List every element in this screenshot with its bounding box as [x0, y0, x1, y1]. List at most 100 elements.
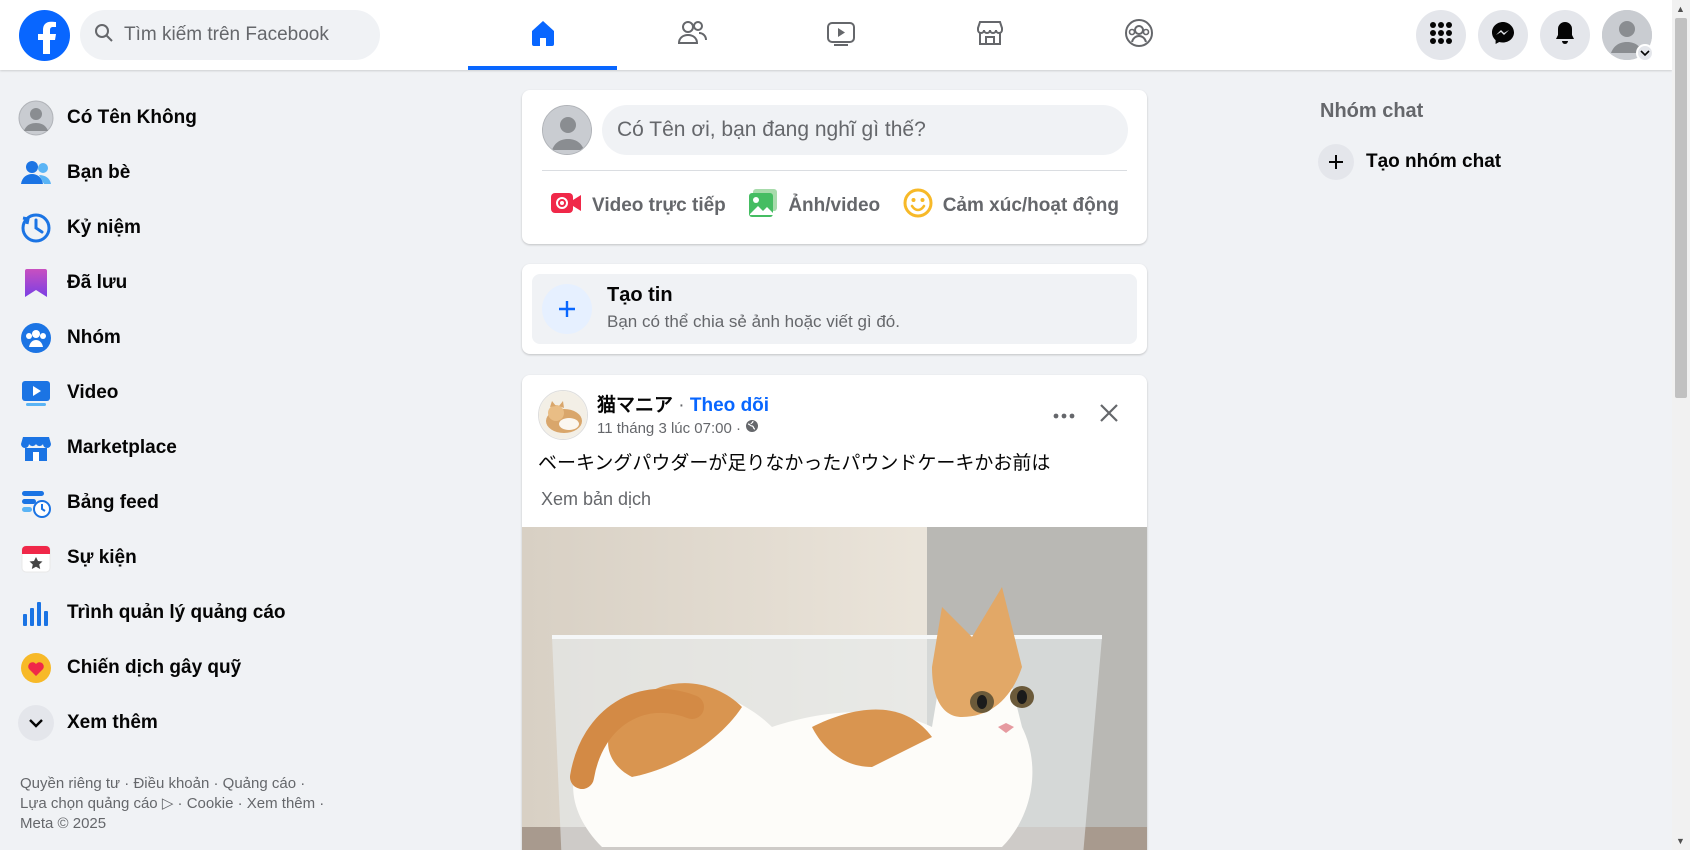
- account-button[interactable]: [1602, 10, 1654, 62]
- see-more-circle: [18, 704, 54, 741]
- whats-on-your-mind-input[interactable]: Có Tên ơi, bạn đang nghĩ gì thế?: [602, 105, 1128, 155]
- live-video-icon: [550, 191, 582, 221]
- scroll-up-icon[interactable]: ▲: [1676, 4, 1685, 14]
- avatar[interactable]: [542, 105, 592, 155]
- photo-icon: [748, 188, 778, 224]
- smiley-icon: [903, 188, 933, 224]
- composer-actions: Video trực tiếp Ảnh/video Cảm xúc/hoạt đ…: [542, 178, 1127, 234]
- post-timestamp: 11 tháng 3 lúc 07:00 ·: [597, 419, 759, 437]
- more-options-button[interactable]: [1046, 397, 1082, 433]
- hide-post-button[interactable]: [1091, 397, 1127, 433]
- facebook-logo-icon[interactable]: [19, 10, 70, 61]
- avatar[interactable]: [538, 390, 588, 440]
- post-composer: Có Tên ơi, bạn đang nghĩ gì thế? Video t…: [522, 90, 1147, 244]
- photo-video-button[interactable]: Ảnh/video: [740, 178, 888, 234]
- memories-icon: [18, 210, 54, 246]
- author-name[interactable]: 猫マニア: [597, 395, 673, 416]
- sidebar-item-profile[interactable]: Có Tên Không: [18, 90, 458, 145]
- page-scrollbar[interactable]: ▲ ▼: [1672, 0, 1690, 850]
- friends-icon: [677, 18, 707, 53]
- feed-icon: [18, 485, 54, 521]
- see-translation-link[interactable]: Xem bản dịch: [541, 489, 651, 510]
- sidebar-item-saved[interactable]: Đã lưu: [18, 255, 458, 310]
- sidebar-item-groups[interactable]: Nhóm: [18, 310, 458, 365]
- divider: [542, 170, 1127, 171]
- tab-home[interactable]: [468, 0, 617, 70]
- scrollbar-thumb[interactable]: [1675, 18, 1687, 398]
- bell-icon: [1553, 20, 1577, 51]
- live-video-label: Video trực tiếp: [592, 195, 726, 216]
- top-navigation-bar: Tìm kiếm trên Facebook: [0, 0, 1672, 70]
- footer-more-link[interactable]: Xem thêm: [247, 795, 315, 812]
- sidebar-item-label: Marketplace: [67, 436, 177, 458]
- globe-icon: [745, 419, 759, 437]
- chevron-down-icon: [1636, 44, 1654, 62]
- sidebar-item-label: Trình quản lý quảng cáo: [67, 601, 286, 623]
- close-icon: [1099, 403, 1119, 428]
- sidebar-item-events[interactable]: Sự kiện: [18, 530, 458, 585]
- sidebar-item-label: Đã lưu: [67, 271, 128, 293]
- groups-icon: [1124, 18, 1154, 53]
- sidebar-item-fundraisers[interactable]: Chiến dịch gây quỹ: [18, 640, 458, 695]
- live-video-button[interactable]: Video trực tiếp: [542, 178, 734, 234]
- footer-cookies-link[interactable]: Cookie: [187, 795, 234, 812]
- footer-ads-link[interactable]: Quảng cáo: [223, 775, 296, 792]
- footer-ad-choices-link[interactable]: Lựa chọn quảng cáo: [20, 795, 158, 812]
- tab-groups[interactable]: [1064, 0, 1213, 70]
- post-photo[interactable]: [522, 527, 1147, 850]
- post-author: 猫マニア · Theo dõi: [597, 390, 769, 417]
- left-sidebar: Có Tên Không Bạn bè Kỷ niệm Đã lưu Nhóm …: [18, 90, 458, 750]
- create-story-button[interactable]: Tạo tin Bạn có thể chia sẻ ảnh hoặc viết…: [532, 274, 1137, 344]
- search-icon: [94, 23, 114, 48]
- photo-video-label: Ảnh/video: [788, 195, 881, 216]
- more-horizontal-icon: [1053, 406, 1075, 424]
- sidebar-item-ads-manager[interactable]: Trình quản lý quảng cáo: [18, 585, 458, 640]
- sidebar-item-memories[interactable]: Kỷ niệm: [18, 200, 458, 255]
- search-input[interactable]: Tìm kiếm trên Facebook: [80, 10, 380, 60]
- sidebar-item-label: Có Tên Không: [67, 106, 197, 128]
- ad-choices-icon: ▷: [161, 795, 174, 812]
- video-icon: [18, 375, 54, 411]
- feeling-activity-button[interactable]: Cảm xúc/hoạt động: [895, 178, 1127, 234]
- post-time[interactable]: 11 tháng 3 lúc 07:00 ·: [597, 420, 741, 437]
- sidebar-item-label: Bảng feed: [67, 491, 159, 513]
- ads-manager-icon: [18, 595, 54, 631]
- events-icon: [18, 540, 54, 576]
- create-group-chat-button[interactable]: Tạo nhóm chat: [1318, 144, 1501, 180]
- group-chats-heading: Nhóm chat: [1320, 100, 1424, 122]
- story-subtitle: Bạn có thể chia sẻ ảnh hoặc viết gì đó.: [607, 312, 900, 331]
- avatar-icon: [18, 100, 54, 136]
- footer-privacy-link[interactable]: Quyền riêng tư: [20, 775, 120, 792]
- main-tabs: [468, 0, 1213, 70]
- plus-icon: [1318, 144, 1354, 180]
- plus-icon: [542, 284, 592, 334]
- notifications-button[interactable]: [1540, 10, 1590, 60]
- sidebar-item-label: Bạn bè: [67, 161, 131, 183]
- follow-button[interactable]: Theo dõi: [690, 395, 769, 416]
- home-icon: [528, 18, 558, 53]
- create-group-chat-label: Tạo nhóm chat: [1366, 151, 1502, 172]
- sidebar-item-marketplace[interactable]: Marketplace: [18, 420, 458, 475]
- menu-button[interactable]: [1416, 10, 1466, 60]
- feed-post: 猫マニア · Theo dõi 11 tháng 3 lúc 07:00 · ベ…: [522, 375, 1147, 850]
- sidebar-item-friends[interactable]: Bạn bè: [18, 145, 458, 200]
- tab-marketplace[interactable]: [915, 0, 1064, 70]
- messenger-icon: [1490, 20, 1516, 51]
- search-placeholder: Tìm kiếm trên Facebook: [124, 24, 329, 45]
- grid-menu-icon: [1429, 21, 1453, 50]
- scroll-down-icon[interactable]: ▼: [1676, 836, 1685, 846]
- tab-friends[interactable]: [617, 0, 766, 70]
- sidebar-item-label: Sự kiện: [67, 546, 137, 568]
- footer-terms-link[interactable]: Điều khoản: [133, 775, 209, 792]
- messenger-button[interactable]: [1478, 10, 1528, 60]
- sidebar-item-feed[interactable]: Bảng feed: [18, 475, 458, 530]
- footer-copyright: Meta © 2025: [20, 815, 107, 832]
- sidebar-see-more[interactable]: Xem thêm: [18, 695, 458, 750]
- sidebar-item-video[interactable]: Video: [18, 365, 458, 420]
- create-story-card: Tạo tin Bạn có thể chia sẻ ảnh hoặc viết…: [522, 264, 1147, 354]
- feeling-label: Cảm xúc/hoạt động: [942, 195, 1119, 216]
- tab-video[interactable]: [766, 0, 915, 70]
- video-icon: [826, 18, 856, 53]
- sidebar-item-label: Video: [67, 381, 119, 403]
- chevron-down-icon: [18, 704, 54, 741]
